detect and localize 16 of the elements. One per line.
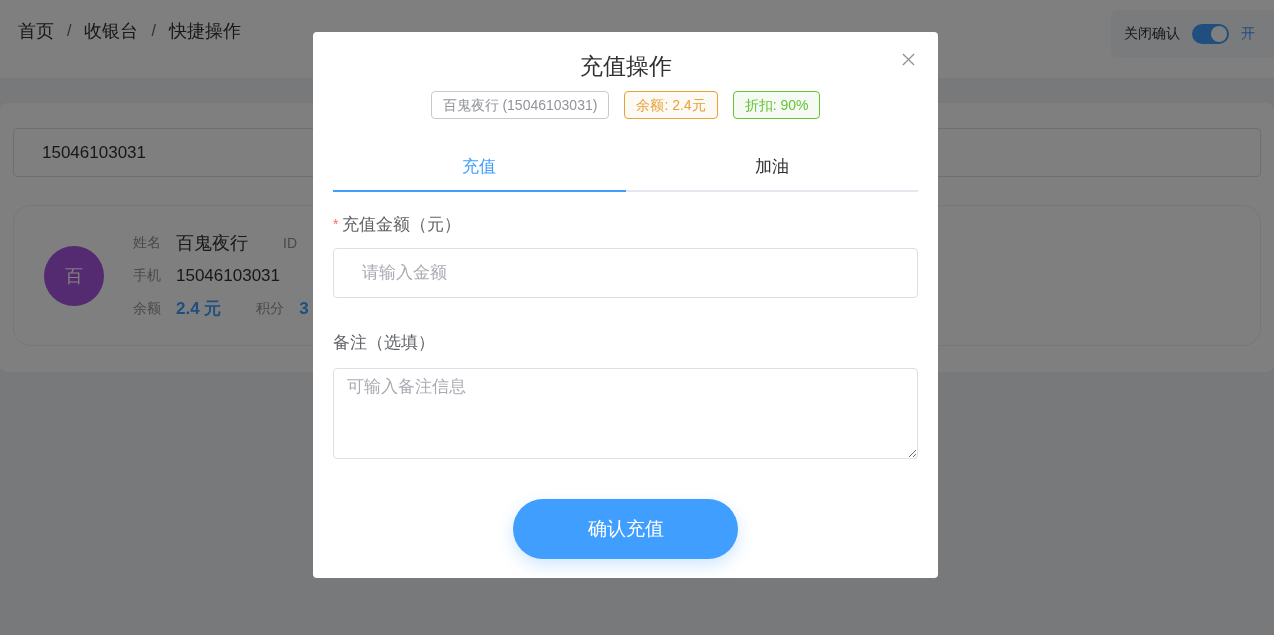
field-label: * 充值金额（元）	[333, 213, 463, 236]
toggle-label: 关闭确认	[1124, 25, 1180, 43]
tag: 折扣: 90%	[732, 91, 821, 119]
field-label: 备注（选填）	[333, 331, 436, 354]
field-value: 2.4 元	[176, 298, 222, 320]
tag: 余额: 2.4元	[624, 91, 718, 119]
toggle-state-text: 开	[1241, 25, 1255, 43]
field-value: 15046103031	[176, 265, 280, 286]
required-mark: *	[333, 216, 339, 232]
breadcrumb-separator: /	[151, 22, 156, 40]
breadcrumb-separator: /	[67, 22, 72, 40]
avatar: 百	[44, 245, 104, 306]
field-value: 百鬼夜行	[176, 231, 248, 255]
dialog-title: 充值操作	[579, 52, 672, 81]
field-value: 3	[299, 298, 309, 319]
tag: 百鬼夜行 (15046103031)	[430, 91, 610, 119]
